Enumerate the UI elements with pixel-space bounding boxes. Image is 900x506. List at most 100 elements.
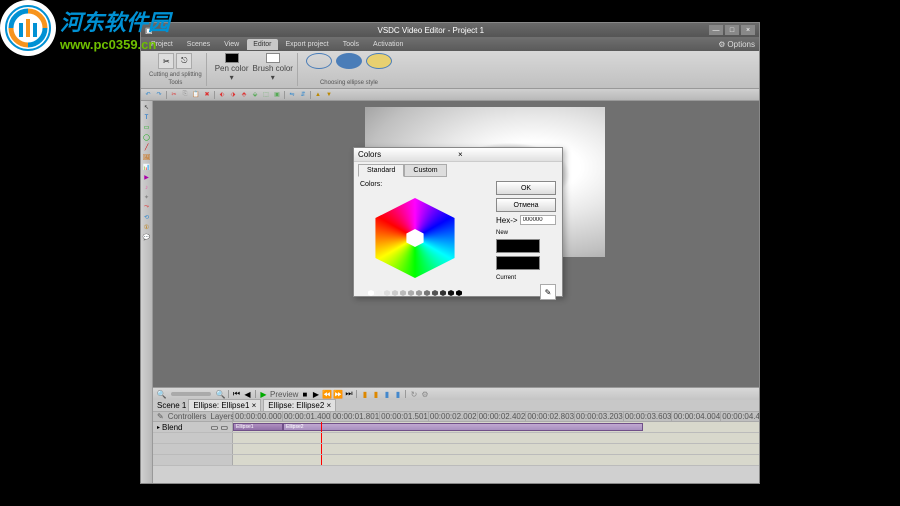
layer-up-icon[interactable]: ▲ [313, 90, 323, 100]
window-title: VSDC Video Editor - Project 1 [153, 26, 709, 35]
track-blend-label[interactable]: ▸ Blend ▭ ▭ [153, 422, 233, 432]
rect-icon[interactable]: ▭ [142, 123, 151, 132]
dialog-title: Colors [358, 150, 458, 159]
tab-export[interactable]: Export project [280, 39, 335, 50]
tooltip-icon[interactable]: 💬 [142, 233, 151, 242]
tab-view[interactable]: View [218, 39, 245, 50]
toolbar: ↶ ↷ ✂ ⎘ 📋 ✖ ⬖ ⬗ ⬘ ⬙ ⬚ ▣ ⇋ ⇵ ▲ ▼ [141, 89, 759, 101]
tab-editor[interactable]: Editor [247, 39, 277, 50]
line-icon[interactable]: ╱ [142, 143, 151, 152]
marker2-icon[interactable]: ▮ [371, 390, 380, 399]
goto-end-icon[interactable]: ⏭ [344, 390, 353, 399]
pen-color-button[interactable]: Pen color▾ [215, 53, 249, 82]
minimize-button[interactable]: — [709, 25, 723, 35]
loop-icon[interactable]: ↻ [409, 390, 418, 399]
tool-split-icon[interactable]: ⎋ [176, 53, 192, 69]
maximize-button[interactable]: □ [725, 25, 739, 35]
align-center-icon[interactable]: ⬗ [228, 90, 238, 100]
skip-back-icon[interactable]: ⏪ [322, 390, 331, 399]
tab-standard[interactable]: Standard [358, 164, 404, 177]
hex-input[interactable] [520, 215, 556, 225]
watermark: 河东软件园 www.pc0359.cn [0, 0, 170, 56]
movement-icon[interactable]: ⤳ [142, 203, 151, 212]
play2-icon[interactable]: ▶ [311, 390, 320, 399]
cut-icon[interactable]: ✂ [169, 90, 179, 100]
flip-h-icon[interactable]: ⇋ [287, 90, 297, 100]
clip-ellipse1[interactable]: Ellipse1 [233, 423, 283, 431]
scene-tabs: Scene 1 Ellipse: Ellipse1 × Ellipse: Ell… [153, 400, 759, 411]
ellipse-style-yellow[interactable] [366, 53, 392, 69]
grayscale-row[interactable] [360, 290, 470, 296]
zoom-slider[interactable] [171, 392, 211, 396]
ribbon: ✂ ⎋ Cutting and splitting Tools Pen colo… [141, 51, 759, 89]
tab-activation[interactable]: Activation [367, 39, 409, 50]
copy-icon[interactable]: ⎘ [180, 90, 190, 100]
redo-icon[interactable]: ↷ [154, 90, 164, 100]
menubar: Project Scenes View Editor Export projec… [141, 37, 759, 51]
paste-icon[interactable]: 📋 [191, 90, 201, 100]
preview-label: Preview [270, 390, 298, 399]
align-right-icon[interactable]: ⬘ [239, 90, 249, 100]
ellipse-style-filled[interactable] [336, 53, 362, 69]
goto-start-icon[interactable]: ⏮ [232, 390, 241, 399]
ok-button[interactable]: OK [496, 181, 556, 195]
skip-fwd-icon[interactable]: ⏩ [333, 390, 342, 399]
video-icon[interactable]: ▶ [142, 173, 151, 182]
options-button[interactable]: ⚙Options [718, 40, 755, 49]
align-top-icon[interactable]: ⬙ [250, 90, 260, 100]
cancel-button[interactable]: Отмена [496, 198, 556, 212]
hexagon-color-picker[interactable] [360, 190, 470, 286]
canvas-area: Colors × Standard Custom Colors: [153, 101, 759, 483]
prev-frame-icon[interactable]: ◀ [243, 390, 252, 399]
chart-icon[interactable]: 📊 [142, 163, 151, 172]
marker1-icon[interactable]: ▮ [360, 390, 369, 399]
current-color-swatch [496, 256, 540, 270]
track-blend[interactable]: Ellipse1 Ellipse2 [233, 422, 759, 432]
brush-color-button[interactable]: Brush color▾ [253, 53, 293, 82]
marker4-icon[interactable]: ▮ [393, 390, 402, 399]
undo-icon[interactable]: ↶ [143, 90, 153, 100]
ribbon-tools-label: Tools [168, 80, 182, 86]
align-mid-icon[interactable]: ⬚ [261, 90, 271, 100]
sprite-icon[interactable]: ✦ [142, 193, 151, 202]
text-icon[interactable]: T [142, 113, 151, 122]
timeline: 🔍 🔍 ⏮ ◀ ▶ Preview ■ ▶ ⏪ ⏩ ⏭ ▮ ▮ [153, 387, 759, 483]
layer-down-icon[interactable]: ▼ [324, 90, 334, 100]
canvas[interactable]: Colors × Standard Custom Colors: [153, 101, 759, 387]
timeline-ruler[interactable]: ✎ Controllers Layers 00:00:00.000 00:00:… [153, 411, 759, 422]
align-left-icon[interactable]: ⬖ [217, 90, 227, 100]
tab-tools[interactable]: Tools [337, 39, 365, 50]
cursor-icon[interactable]: ↖ [142, 103, 151, 112]
ellipse-style-outline[interactable] [306, 53, 332, 69]
animation-icon[interactable]: ⟲ [142, 213, 151, 222]
watermark-url: www.pc0359.cn [60, 37, 170, 52]
stop-icon[interactable]: ■ [300, 390, 309, 399]
application-window: ▣ VSDC Video Editor - Project 1 — □ × Pr… [140, 22, 760, 484]
eyedropper-icon[interactable]: ✎ [540, 284, 556, 300]
audio-icon[interactable]: ♪ [142, 183, 151, 192]
ribbon-group-ellipse: Choosing ellipse style [302, 53, 396, 86]
marker3-icon[interactable]: ▮ [382, 390, 391, 399]
ribbon-group-colors: Pen color▾ Brush color▾ [211, 53, 298, 86]
align-bot-icon[interactable]: ▣ [272, 90, 282, 100]
dialog-close-icon[interactable]: × [458, 150, 558, 159]
play-icon[interactable]: ▶ [259, 390, 268, 399]
flip-v-icon[interactable]: ⇵ [298, 90, 308, 100]
zoom-in-icon[interactable]: 🔍 [216, 390, 225, 399]
zoom-out-icon[interactable]: 🔍 [157, 390, 166, 399]
counter-icon[interactable]: ① [142, 223, 151, 232]
clip-ellipse2[interactable]: Ellipse2 [283, 423, 643, 431]
settings-icon[interactable]: ⚙ [420, 390, 429, 399]
new-label: New [496, 230, 556, 236]
dialog-titlebar[interactable]: Colors × [354, 148, 562, 162]
tab-custom[interactable]: Custom [404, 164, 446, 177]
image-icon[interactable]: 🖼 [142, 153, 151, 162]
playhead[interactable] [321, 422, 322, 432]
ellipse-icon[interactable]: ◯ [142, 133, 151, 142]
close-button[interactable]: × [741, 25, 755, 35]
tab-scenes[interactable]: Scenes [181, 39, 216, 50]
delete-icon[interactable]: ✖ [202, 90, 212, 100]
watermark-cn: 河东软件园 [60, 5, 170, 37]
ribbon-group-tools: ✂ ⎋ Cutting and splitting Tools [145, 53, 207, 86]
hex-label: Hex-> [496, 216, 518, 225]
